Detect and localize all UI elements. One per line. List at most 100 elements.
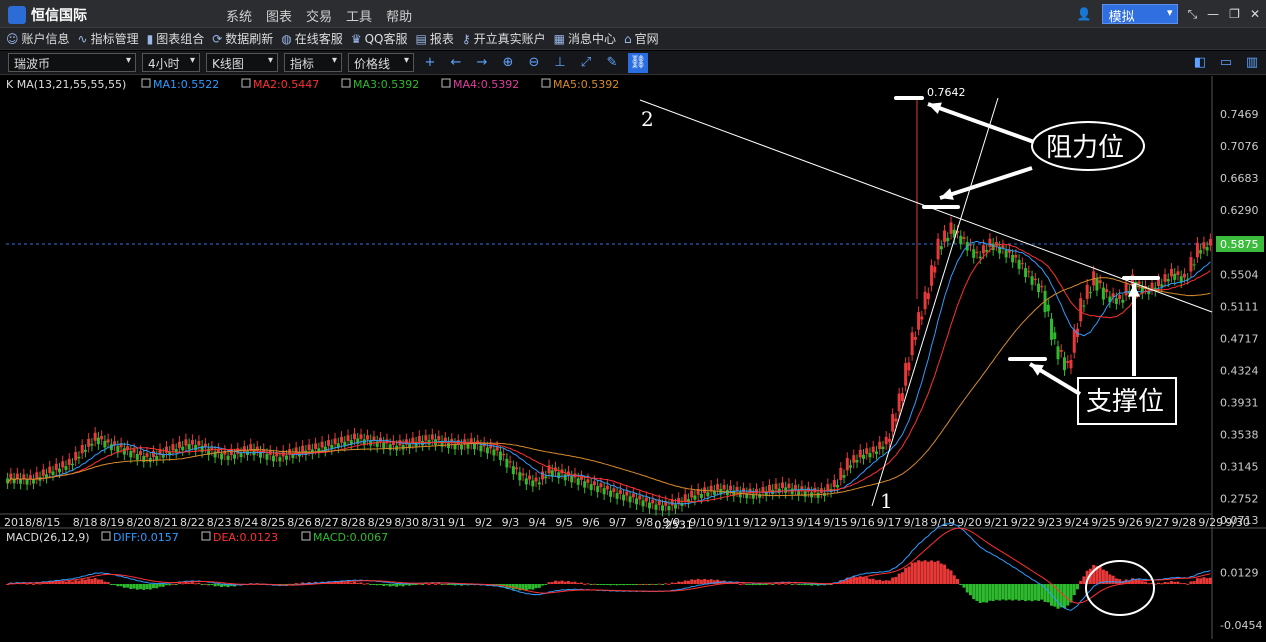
toolbar-item-3[interactable]: ⟳ 数据刷新: [212, 30, 273, 47]
menu-tools[interactable]: 工具: [346, 6, 372, 25]
candle-body: [430, 434, 434, 440]
chart-type-select[interactable]: K线图: [206, 53, 278, 72]
arrow-right-icon[interactable]: →: [472, 53, 492, 73]
candle-body: [15, 473, 19, 479]
macd-bar: [534, 584, 538, 589]
candle-body: [495, 446, 499, 451]
layout-single-icon[interactable]: ▭: [1216, 53, 1236, 73]
refresh-icon: ⟳: [212, 31, 223, 46]
macd-bar: [1082, 576, 1086, 584]
user-icon[interactable]: 👤: [1077, 7, 1092, 21]
mode-select[interactable]: 模拟: [1101, 4, 1178, 25]
candle-body: [537, 482, 541, 485]
macd-bar: [129, 584, 133, 589]
crosshair-icon[interactable]: +: [420, 53, 440, 73]
macd-bar: [654, 584, 658, 585]
zoom-in-icon[interactable]: ⊕: [498, 53, 518, 73]
candle-body: [917, 312, 921, 330]
period-select[interactable]: 4小时: [142, 53, 200, 72]
candle-body: [424, 435, 428, 441]
toolbar-item-9[interactable]: ⌂ 官网: [624, 30, 659, 47]
axis-icon[interactable]: ⊥: [550, 53, 570, 73]
macd-bar: [891, 577, 895, 584]
macd-bar: [155, 584, 159, 589]
indicator-select[interactable]: 指标: [284, 53, 342, 72]
close-icon[interactable]: ✕: [1250, 7, 1260, 21]
macd-bar: [554, 580, 558, 584]
macd-bar: [132, 584, 136, 589]
restore-icon[interactable]: ❐: [1229, 7, 1240, 21]
candle-body: [939, 246, 943, 250]
title-bar: 恒信国际 系统 图表 交易 工具 帮助 👤 模拟 ⤡ — ❐ ✕: [0, 0, 1266, 28]
toolbar-item-1[interactable]: ∿ 指标管理: [78, 30, 139, 47]
macd-bar: [1046, 584, 1050, 603]
candle-body: [550, 470, 554, 477]
candle-body: [485, 447, 489, 454]
candle-body: [784, 487, 788, 493]
menu-system[interactable]: 系统: [226, 6, 252, 25]
candle-body: [936, 238, 940, 260]
macd-bar: [1079, 580, 1083, 584]
candle-body: [871, 446, 875, 453]
macd-bar: [566, 581, 570, 584]
kline-chart[interactable]: K MA(13,21,55,55,55) MA1:0.5522 MA2:0.5447…: [0, 76, 1266, 639]
macd-bar: [745, 584, 749, 585]
candle-body: [492, 449, 496, 456]
macd-bar: [1092, 564, 1096, 584]
arrow-left-icon[interactable]: ←: [446, 53, 466, 73]
time-tick: 9/16: [850, 516, 875, 529]
candle-body: [943, 230, 947, 242]
toolbar-item-4[interactable]: ◍ 在线客服: [281, 30, 343, 47]
macd-bar: [641, 584, 645, 585]
macd-bar: [696, 578, 700, 584]
candle-body: [1050, 318, 1054, 340]
toolbar-item-5[interactable]: ♛ QQ客服: [351, 30, 408, 47]
candle-body: [508, 461, 512, 463]
draw-line-icon[interactable]: ⤢: [576, 53, 596, 73]
candle-body: [184, 439, 188, 446]
macd-bar: [648, 584, 652, 585]
line-type-select[interactable]: 价格线: [348, 53, 414, 72]
candle-body: [758, 493, 762, 498]
toolbar-item-2[interactable]: ▮ 图表组合: [147, 30, 205, 47]
macd-bar: [1163, 582, 1167, 584]
candle-body: [1124, 283, 1128, 296]
layout-left-icon[interactable]: ◧: [1190, 53, 1210, 73]
candle-body: [926, 293, 930, 300]
macd-checkbox: [101, 531, 111, 541]
candle-body: [249, 444, 253, 451]
candle-body: [832, 480, 836, 487]
toolbar-item-0[interactable]: ☺ 账户信息: [6, 30, 70, 47]
candle-body: [194, 445, 198, 451]
macd-highlight-circle: [1085, 560, 1155, 616]
time-tick: 8/23: [207, 516, 232, 529]
chart-area[interactable]: K MA(13,21,55,55,55) MA1:0.5522 MA2:0.5447…: [0, 76, 1266, 639]
toolbar-item-8[interactable]: ▦ 消息中心: [554, 30, 616, 47]
zoom-out-icon[interactable]: ⊖: [524, 53, 544, 73]
collapse-icon[interactable]: ⤡: [1188, 7, 1198, 22]
toolbar-item-7[interactable]: ⚷ 开立真实账户: [462, 30, 546, 47]
macd-bar: [106, 582, 110, 584]
minimize-icon[interactable]: —: [1207, 7, 1219, 21]
macd-bar: [972, 584, 976, 600]
macd-bar: [168, 584, 172, 586]
symbol-select[interactable]: 瑞波币: [8, 53, 136, 72]
macd-bar: [216, 584, 220, 586]
candle-body: [946, 237, 950, 242]
link-icon[interactable]: ⛓: [628, 52, 648, 73]
toolbar-item-6[interactable]: ▤ 报表: [415, 30, 453, 47]
candle-body: [524, 478, 528, 485]
macd-bar: [1166, 582, 1170, 584]
menu-help[interactable]: 帮助: [386, 6, 412, 25]
menu-trade[interactable]: 交易: [306, 6, 332, 25]
candle-body: [271, 455, 275, 462]
macd-bar: [511, 584, 515, 590]
menu-chart[interactable]: 图表: [266, 6, 292, 25]
toolbar-item-label: 开立真实账户: [473, 32, 546, 46]
macd-bar: [962, 584, 966, 588]
macd-bar: [32, 583, 36, 585]
time-tick: 9/23: [1038, 516, 1063, 529]
candle-body: [1033, 278, 1037, 280]
pencil-icon[interactable]: ✎: [602, 53, 622, 73]
layout-split-icon[interactable]: ▥: [1242, 53, 1262, 73]
